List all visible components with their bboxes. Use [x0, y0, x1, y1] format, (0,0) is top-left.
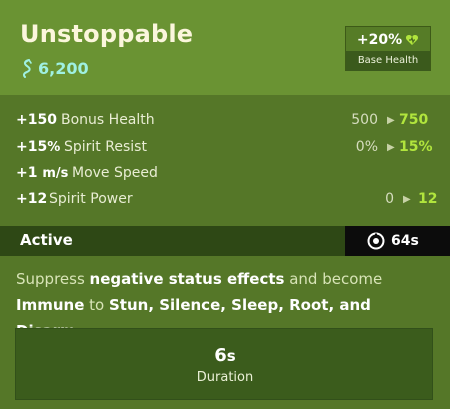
duration-value: 6s: [214, 345, 236, 366]
item-price: 6,200: [20, 57, 89, 79]
stat-row-spirit-resist: +15% Spirit Resist 0% ▶ 15%: [0, 136, 450, 160]
stat-to-value: 15%: [399, 139, 433, 155]
cooldown-display: 64s: [345, 226, 450, 256]
stat-from-value: 0: [385, 191, 394, 207]
cooldown-value: 64s: [391, 233, 419, 249]
item-header: Unstoppable 6,200 +20% Base Health: [0, 0, 450, 95]
arrow-right-icon: ▶: [403, 194, 411, 205]
stat-label: Spirit Resist: [64, 139, 147, 155]
health-icon: [406, 35, 419, 45]
active-label: Active: [20, 231, 73, 249]
cooldown-clock-icon: [367, 232, 385, 250]
stat-to-value: 12: [418, 191, 438, 207]
base-health-badge: +20% Base Health: [345, 26, 431, 71]
stat-row-move-speed: +1 m/s Move Speed: [0, 162, 450, 186]
stat-bonus: +150: [16, 112, 57, 128]
stat-to-value: 750: [399, 112, 429, 128]
arrow-right-icon: ▶: [387, 142, 395, 153]
stat-bonus: +12: [16, 191, 48, 207]
arrow-right-icon: ▶: [387, 115, 395, 126]
stat-bonus: +1 m/s: [16, 165, 69, 181]
base-health-label: Base Health: [346, 51, 430, 71]
duration-label: Duration: [196, 370, 254, 385]
stat-label: Spirit Power: [49, 191, 133, 207]
stat-label: Move Speed: [72, 165, 158, 181]
item-title: Unstoppable: [20, 20, 194, 48]
stat-from-value: 500: [351, 112, 378, 128]
item-tooltip-card: Unstoppable 6,200 +20% Base Health +150 …: [0, 0, 450, 409]
price-value: 6,200: [38, 58, 89, 78]
stat-label: Bonus Health: [61, 112, 155, 128]
stats-list: +150 Bonus Health 500 ▶ 750 +15% Spirit …: [0, 99, 450, 224]
stat-row-spirit-power: +12 Spirit Power 0 ▶ 12: [0, 188, 450, 212]
stat-row-bonus-health: +150 Bonus Health 500 ▶ 750: [0, 109, 450, 133]
duration-box: 6s Duration: [15, 328, 433, 400]
active-ability-bar: Active 64s: [0, 226, 450, 256]
base-health-value: +20%: [356, 32, 403, 48]
stat-from-value: 0%: [355, 139, 378, 155]
stat-bonus: +15%: [16, 139, 61, 155]
souls-currency-icon: [22, 58, 32, 78]
